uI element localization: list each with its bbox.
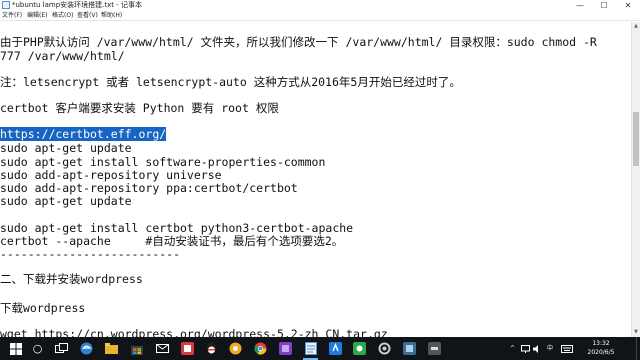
vertical-scrollbar[interactable]: ▲ ▼ xyxy=(631,22,640,337)
app-icon-qq[interactable] xyxy=(204,341,219,356)
notepad-icon xyxy=(2,1,10,9)
menu-format[interactable]: 格式(O) xyxy=(52,11,73,21)
menu-edit[interactable]: 编辑(E) xyxy=(27,11,47,21)
editor-line-selected: https://certbot.eff.org/ xyxy=(0,127,167,141)
editor-line: sudo apt-get update xyxy=(0,194,132,208)
windows-start-icon[interactable] xyxy=(8,341,23,356)
menu-bar: 文件(F) 编辑(E) 格式(O) 查看(V) 帮助(H) xyxy=(0,11,640,21)
notepad-taskbar-icon[interactable] xyxy=(303,341,318,360)
scroll-up-arrow-icon[interactable]: ▲ xyxy=(632,22,640,31)
search-icon[interactable]: ○ xyxy=(30,341,45,356)
editor-line: wget https://cn.wordpress.org/wordpress-… xyxy=(0,327,388,338)
network-icon[interactable] xyxy=(521,341,530,356)
editor-line: -------------------------- xyxy=(0,247,181,261)
scroll-thumb[interactable] xyxy=(633,112,639,166)
app-icon-teal[interactable] xyxy=(402,341,417,356)
app-icon-purple[interactable] xyxy=(278,341,293,356)
text-editor[interactable]: 由于PHP默认访问 /var/www/html/ 文件夹，所以我们修改一下 /v… xyxy=(0,22,631,337)
clock-time: 13:32 xyxy=(592,340,610,347)
title-bar: *ubuntu lamp安装环境搭建.txt - 记事本 — ☐ ✕ xyxy=(0,0,640,11)
maximize-button[interactable]: ☐ xyxy=(592,0,616,11)
window-title: *ubuntu lamp安装环境搭建.txt - 记事本 xyxy=(12,1,142,9)
selected-text: https://certbot.eff.org/ xyxy=(0,127,167,141)
editor-line: sudo apt-get update xyxy=(0,141,132,155)
editor-line: 注：letsencrypt 或者 letsencrypt-auto 这种方式从2… xyxy=(0,75,461,89)
clock-date: 2020/6/5 xyxy=(587,349,615,356)
scroll-down-arrow-icon[interactable]: ▼ xyxy=(632,328,640,337)
editor-line: 下载wordpress xyxy=(0,301,86,315)
show-desktop-button[interactable] xyxy=(636,337,640,360)
app-icon-settings[interactable] xyxy=(377,341,392,356)
editor-line: certbot 客户端要求安装 Python 要有 root 权限 xyxy=(0,101,279,115)
ime-indicator[interactable]: 中 xyxy=(547,337,553,360)
close-button[interactable]: ✕ xyxy=(616,0,640,11)
mail-icon[interactable] xyxy=(155,341,170,356)
task-view-icon[interactable] xyxy=(54,341,69,356)
app-icon-yellow[interactable] xyxy=(228,341,243,356)
editor-line: 二、下载并安装wordpress xyxy=(0,272,143,286)
app-icon-gray[interactable] xyxy=(427,341,442,356)
menu-help[interactable]: 帮助(H) xyxy=(101,11,122,21)
tray-expand-icon[interactable]: ^ xyxy=(510,337,515,360)
taskbar: ○ ^ 中 13:32 2020/6/5 xyxy=(0,337,640,360)
system-clock[interactable]: 13:32 2020/6/5 xyxy=(580,339,622,357)
app-icon-red[interactable] xyxy=(180,341,195,356)
chrome-icon[interactable] xyxy=(253,341,268,356)
minimize-button[interactable]: — xyxy=(568,0,592,11)
editor-line: 777 /var/www/html/ xyxy=(0,49,125,63)
menu-file[interactable]: 文件(F) xyxy=(2,11,22,21)
app-icon-green[interactable] xyxy=(352,341,367,356)
app-icon-blue[interactable] xyxy=(328,341,343,356)
file-explorer-icon[interactable] xyxy=(104,341,119,356)
editor-line: 由于PHP默认访问 /var/www/html/ 文件夹，所以我们修改一下 /v… xyxy=(0,35,597,49)
volume-icon[interactable] xyxy=(533,341,542,356)
store-icon[interactable] xyxy=(129,341,144,356)
edge-browser-icon[interactable] xyxy=(79,341,94,356)
input-method-icon[interactable] xyxy=(561,341,573,356)
menu-view[interactable]: 查看(V) xyxy=(77,11,98,21)
